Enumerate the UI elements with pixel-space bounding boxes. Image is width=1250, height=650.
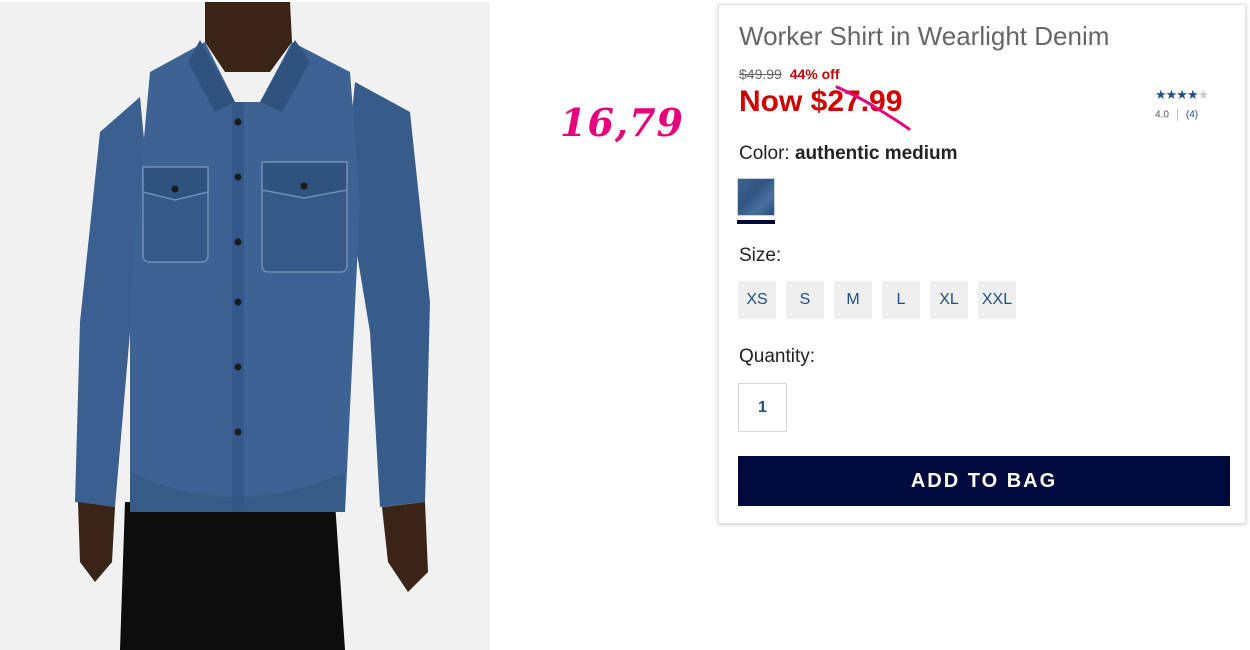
review-count-link[interactable]: (4) — [1186, 110, 1198, 121]
star-rating-icon: ★★★★★ — [1155, 87, 1209, 102]
selected-swatch-indicator — [737, 220, 775, 224]
rating-value: 4.0 — [1155, 109, 1169, 121]
product-title: Worker Shirt in Wearlight Denim — [739, 21, 1110, 51]
selected-color-name: authentic medium — [794, 143, 958, 164]
size-option-s[interactable]: S — [786, 281, 824, 319]
size-option-l[interactable]: L — [882, 281, 920, 319]
original-price: $49.99 — [739, 66, 782, 82]
handwritten-price-annotation: 16,79 — [560, 100, 684, 145]
size-option-xl[interactable]: XL — [930, 281, 968, 319]
quantity-input[interactable]: 1 — [738, 383, 787, 432]
product-image — [0, 2, 490, 650]
handwritten-strike-mark — [835, 85, 911, 131]
rating-widget[interactable]: ★★★★★ 4.0 (4) — [1155, 87, 1235, 121]
color-label-text: Color: — [739, 143, 790, 164]
denim-shirt-illustration — [0, 2, 490, 650]
size-option-xxl[interactable]: XXL — [978, 281, 1016, 319]
product-detail-panel: Worker Shirt in Wearlight Denim $49.99 4… — [718, 4, 1246, 524]
size-option-m[interactable]: M — [834, 281, 872, 319]
divider — [1176, 109, 1178, 121]
add-to-bag-button[interactable]: ADD TO BAG — [738, 456, 1230, 506]
size-label: Size: — [739, 245, 782, 266]
quantity-label: Quantity: — [739, 346, 816, 367]
size-selector: XS S M L XL XXL — [738, 281, 1016, 319]
color-label: Color: authentic medium — [739, 143, 958, 165]
price-discount-line: $49.99 44% off — [739, 66, 840, 82]
color-swatch-authentic-medium[interactable] — [737, 178, 775, 216]
size-option-xs[interactable]: XS — [738, 281, 776, 319]
rating-meta: 4.0 (4) — [1155, 109, 1235, 121]
